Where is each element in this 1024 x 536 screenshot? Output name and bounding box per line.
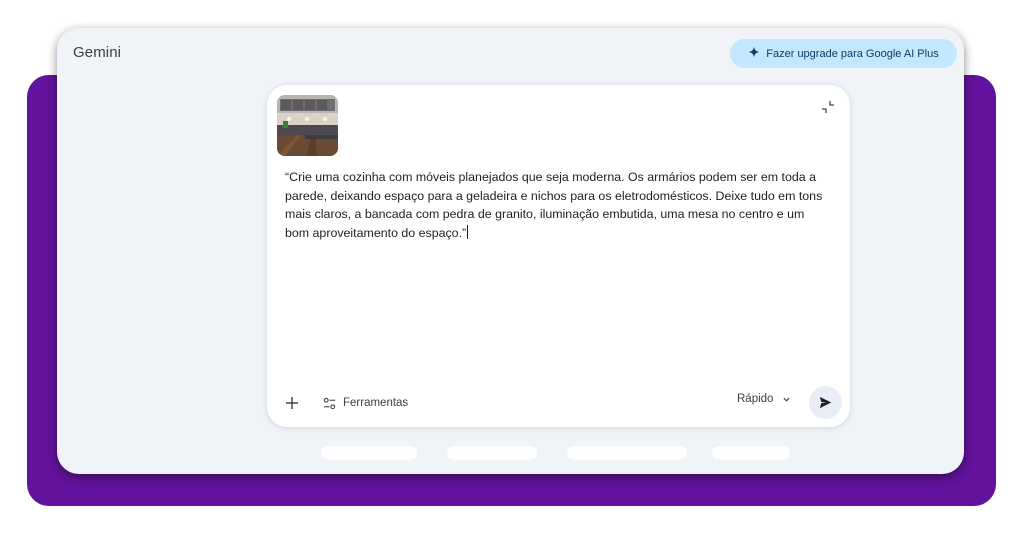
tools-label: Ferramentas bbox=[343, 397, 409, 409]
suggestion-chip[interactable] bbox=[567, 446, 687, 460]
send-button[interactable] bbox=[809, 386, 842, 419]
collapse-icon bbox=[822, 100, 834, 113]
prompt-input[interactable]: “Crie uma cozinha com móveis planejados … bbox=[285, 168, 830, 242]
gemini-window: Gemini Fazer upgrade para Google AI Plus bbox=[57, 28, 964, 474]
chevron-down-icon bbox=[783, 397, 791, 402]
plus-icon bbox=[286, 397, 298, 409]
tune-icon bbox=[323, 397, 336, 409]
tools-button[interactable]: Ferramentas bbox=[323, 397, 408, 410]
model-selector[interactable]: Rápido bbox=[737, 393, 791, 405]
upgrade-label: Fazer upgrade para Google AI Plus bbox=[766, 47, 939, 60]
suggestion-chip[interactable] bbox=[321, 446, 417, 460]
suggestion-chip[interactable] bbox=[447, 446, 537, 460]
prompt-text: “Crie uma cozinha com móveis planejados … bbox=[285, 170, 823, 240]
add-button[interactable] bbox=[281, 392, 303, 414]
suggestion-chip[interactable] bbox=[712, 446, 790, 460]
sparkle-icon bbox=[748, 46, 760, 61]
send-icon bbox=[819, 396, 832, 409]
app-title: Gemini bbox=[73, 44, 122, 61]
model-label: Rápido bbox=[737, 393, 774, 405]
prompt-composer: “Crie uma cozinha com móveis planejados … bbox=[267, 85, 850, 427]
attachment-thumbnail[interactable] bbox=[277, 95, 338, 156]
kitchen-image bbox=[277, 95, 338, 156]
upgrade-button[interactable]: Fazer upgrade para Google AI Plus bbox=[730, 39, 957, 68]
collapse-button[interactable] bbox=[818, 98, 838, 118]
composer-toolbar-left: Ferramentas bbox=[281, 392, 408, 414]
suggestion-chips bbox=[57, 446, 964, 460]
text-caret bbox=[467, 224, 469, 239]
